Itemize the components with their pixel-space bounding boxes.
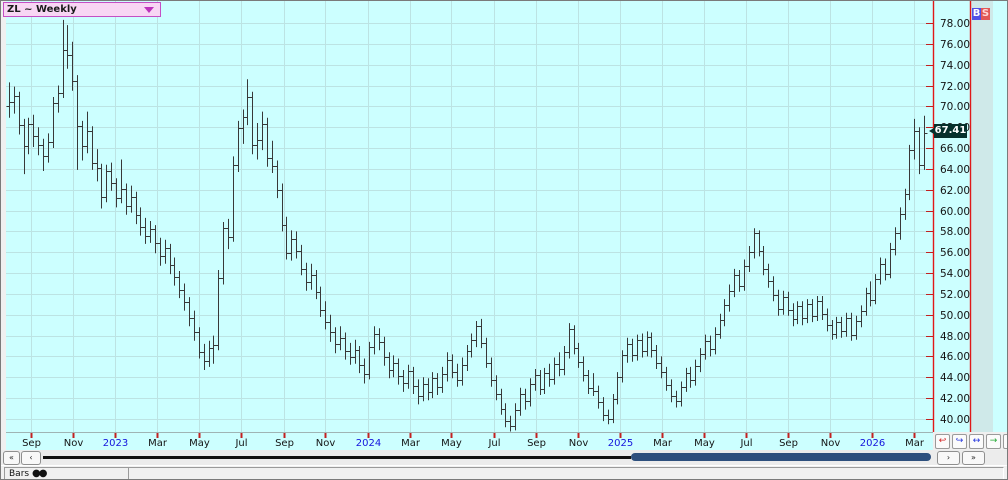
chart-nav-button-1[interactable]: ↪ (952, 434, 967, 449)
date-tick-label: Sep (22, 438, 41, 449)
price-tick-label: 64.00 (940, 164, 970, 176)
date-tick-label: Nov (316, 438, 336, 449)
price-tick-label: 56.00 (940, 247, 970, 259)
chart-window: 78.0076.0074.0072.0070.0068.0066.0064.00… (0, 0, 1008, 480)
price-tick-label: 78.00 (940, 18, 970, 30)
price-tick-label: 44.00 (940, 372, 970, 384)
chart-scrollbar[interactable]: « ‹ › » (1, 450, 1007, 465)
date-tick-label: Nov (569, 438, 589, 449)
date-tick-label: 2026 (860, 438, 885, 449)
symbol-timeframe-label: ZL ~ Weekly (7, 4, 77, 15)
price-tick-label: 70.00 (940, 101, 970, 113)
right-panel-strip (970, 1, 993, 432)
buy-button[interactable]: B (972, 8, 981, 20)
date-tick-label: May (694, 438, 715, 449)
status-bars-label: Bars (9, 469, 30, 479)
last-price-marker: 67.41 (929, 124, 967, 138)
date-tick-label: Mar (401, 438, 421, 449)
date-tick-label: Sep (527, 438, 546, 449)
date-tick-label: May (189, 438, 210, 449)
date-tick-label: 2023 (103, 438, 128, 449)
sell-button[interactable]: S (981, 8, 990, 20)
scroll-far-right-button[interactable]: » (962, 451, 985, 465)
price-tick-label: 74.00 (940, 60, 970, 72)
date-tick-label: Mar (653, 438, 673, 449)
date-tick-label: 2024 (356, 438, 381, 449)
price-tick-label: 58.00 (940, 226, 970, 238)
price-chart[interactable]: 78.0076.0074.0072.0070.0068.0066.0064.00… (1, 1, 1007, 450)
date-tick-label: Mar (148, 438, 168, 449)
scroll-far-left-button[interactable]: « (3, 451, 20, 465)
status-empty-cell (128, 467, 1004, 479)
chart-nav-button-0[interactable]: ↩ (935, 434, 950, 449)
symbol-timeframe-dropdown[interactable]: ZL ~ Weekly (3, 2, 161, 17)
price-tick-label: 40.00 (940, 414, 970, 426)
price-tick-label: 54.00 (940, 268, 970, 280)
trade-buttons: B S (972, 8, 990, 20)
scrollbar-thumb[interactable] (631, 453, 931, 461)
date-tick-label: Nov (64, 438, 84, 449)
price-tick-label: 66.00 (940, 143, 970, 155)
chart-nav-button-2[interactable]: ↔ (969, 434, 984, 449)
scroll-left-button[interactable]: ‹ (21, 451, 41, 465)
date-tick-label: 2025 (608, 438, 633, 449)
status-bars-cell: Bars ●● (4, 467, 132, 479)
date-tick-label: May (441, 438, 462, 449)
price-tick-label: 50.00 (940, 310, 970, 322)
price-tick-label: 48.00 (940, 331, 970, 343)
price-tick-label: 42.00 (940, 393, 970, 405)
scrollbar-track[interactable] (43, 456, 631, 459)
date-tick-label: Jul (739, 438, 752, 449)
right-panel-edge (993, 1, 1007, 432)
status-dots-icon: ●● (31, 468, 48, 479)
scroll-right-button[interactable]: › (937, 451, 960, 465)
price-tick-label: 52.00 (940, 289, 970, 301)
price-tick-label: 76.00 (940, 39, 970, 51)
chart-nav-button-4[interactable]: ← (1003, 434, 1007, 449)
date-tick-label: Jul (487, 438, 500, 449)
date-tick-label: Sep (275, 438, 294, 449)
chevron-down-icon (144, 7, 154, 13)
price-tick-label: 46.00 (940, 351, 970, 363)
status-bar: Bars ●● (1, 465, 1007, 479)
price-tick-label: 72.00 (940, 81, 970, 93)
price-tick-label: 62.00 (940, 185, 970, 197)
date-tick-label: Nov (821, 438, 841, 449)
date-tick-label: Sep (779, 438, 798, 449)
chart-nav-buttons: ↩↪↔→← (935, 434, 1007, 449)
price-tick-label: 60.00 (940, 206, 970, 218)
chart-nav-button-3[interactable]: → (986, 434, 1001, 449)
date-tick-label: Jul (234, 438, 247, 449)
date-tick-label: Mar (905, 438, 925, 449)
